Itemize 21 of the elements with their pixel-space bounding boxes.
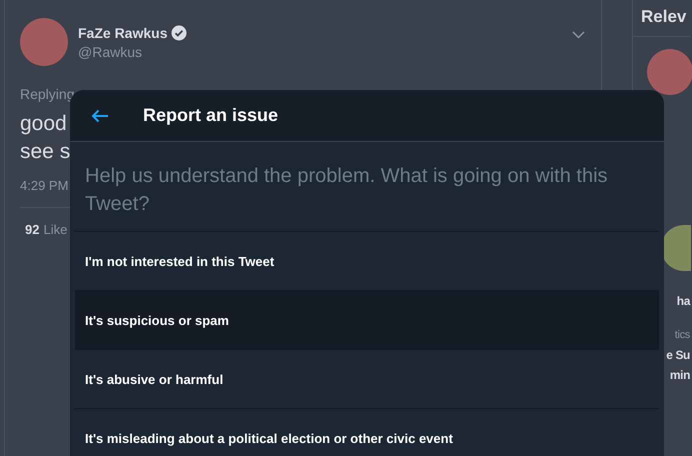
replying-to-text: Replying — [20, 86, 72, 102]
avatar-photo[interactable] — [647, 49, 692, 95]
report-option[interactable]: It's abusive or harmful — [75, 350, 659, 409]
trend-title: min — [670, 367, 690, 384]
trend-title: e Su — [666, 347, 690, 364]
likes-count[interactable]: 92 — [25, 222, 40, 237]
verified-badge-icon — [171, 24, 188, 40]
avatar-photo[interactable] — [20, 18, 68, 66]
back-arrow-icon[interactable] — [91, 108, 109, 122]
chevron-down-icon[interactable] — [572, 31, 585, 39]
sidebar-heading: Relev — [633, 0, 691, 37]
tweet-text: see s — [20, 140, 70, 163]
tweet-text: good — [20, 112, 67, 135]
trend-title: ha — [676, 293, 690, 310]
photo-placeholder — [661, 225, 691, 271]
report-option[interactable]: It's misleading about a political election or other civic event — [75, 409, 659, 456]
author-name[interactable]: FaZe Rawkus — [78, 24, 168, 40]
dialog-prompt: Help us understand the problem. What is going on with this Tweet? — [75, 142, 659, 232]
dialog-title: Report an issue — [143, 105, 278, 126]
report-option[interactable]: It's suspicious or spam — [75, 291, 659, 350]
trend-category: tics — [674, 328, 690, 343]
